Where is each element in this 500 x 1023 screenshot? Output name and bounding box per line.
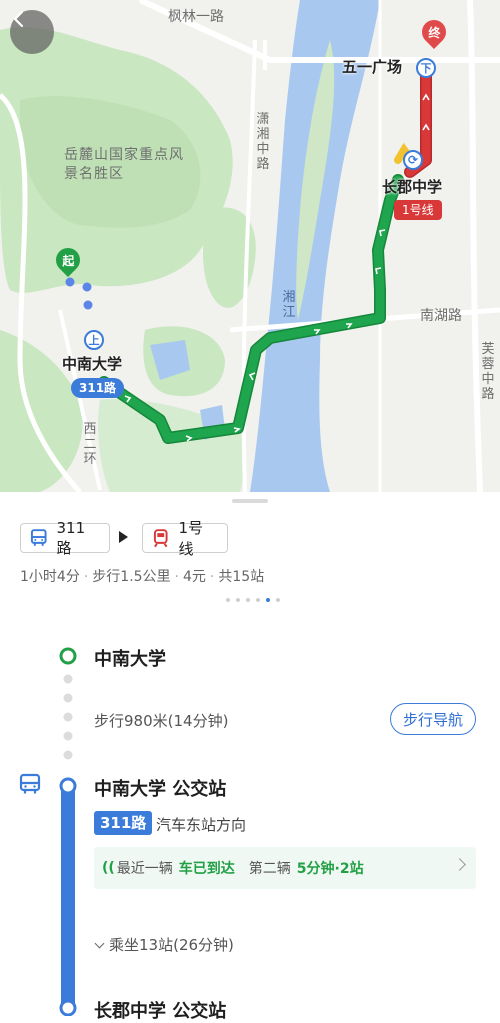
route-walk-distance: 步行1.5公里 [92, 569, 171, 585]
route-detail-sheet[interactable]: 311路 1号线 1小时4分 · 步行1.5公里 · 4元 · 共15站 中南大… [0, 492, 500, 1022]
map-label-xiangjiang-middle-road: 潇湘中路 [256, 112, 270, 172]
route-price: 4元 [183, 569, 206, 585]
page-dot [236, 598, 240, 602]
walk-segment-info: 步行980米(14分钟) [94, 712, 229, 730]
transfer-marker-icon[interactable]: ⟳ [403, 150, 423, 170]
chevron-down-icon [94, 938, 105, 949]
drag-handle[interactable] [232, 499, 268, 503]
timeline-origin-name: 中南大学 [94, 649, 166, 670]
timeline-next-stop-name[interactable]: 长郡中学 公交站 [94, 997, 226, 1023]
map-label-nanhu-road: 南湖路 [420, 308, 462, 324]
map-label-yuelu-park: 岳麓山国家重点风景名胜区 [64, 147, 184, 182]
metro-icon [153, 529, 168, 548]
route-map[interactable]: 枫林一路 岳麓山国家重点风景名胜区 潇湘中路 湘江 南湖路 芙蓉中路 西二环 五… [0, 0, 500, 492]
board-marker-icon[interactable]: 上 [84, 330, 104, 350]
page-dot-active [266, 598, 270, 602]
first-bus-status: 车已到达 [178, 861, 235, 877]
page-dot [246, 598, 250, 602]
map-label-fenglin-road: 枫林一路 [168, 9, 224, 25]
second-bus-label: 第二辆 [248, 861, 291, 877]
back-button[interactable] [10, 10, 54, 54]
ride-stops-label: 乘坐13站(26分钟) [109, 936, 234, 954]
alight-marker-icon[interactable]: 下 [416, 58, 436, 78]
page-dot [226, 598, 230, 602]
chevron-left-icon [13, 10, 24, 28]
map-label-xiangjiang: 湘江 [282, 290, 296, 320]
walk-navigation-button[interactable]: 步行导航 [390, 703, 476, 735]
realtime-arrival-panel[interactable]: (( 最近一辆 车已到达 第二辆 5分钟·2站 [94, 847, 476, 889]
realtime-signal-icon: (( [102, 860, 115, 876]
map-label-furong-middle-road: 芙蓉中路 [481, 342, 495, 402]
map-station-origin: 中南大学 [62, 355, 123, 373]
map-station-transfer: 长郡中学 [382, 178, 443, 196]
map-label-west-second-ring: 西二环 [83, 422, 97, 467]
map-route-badge-metro: 1号线 [394, 200, 442, 220]
timeline-bus-stop-name[interactable]: 中南大学 公交站 [94, 775, 226, 801]
timeline-track [59, 647, 77, 1016]
bus-icon [19, 773, 41, 794]
bus-line-badge: 311路 [94, 811, 153, 835]
chevron-right-icon [453, 858, 466, 871]
map-route-badge-bus: 311路 [71, 378, 125, 398]
metro-line-chip: 1号线 [142, 519, 228, 558]
ride-stops-toggle[interactable]: 乘坐13站(26分钟) [94, 934, 234, 955]
arrow-right-icon [119, 531, 128, 543]
first-bus-label: 最近一辆 [116, 861, 173, 877]
plan-page-indicator[interactable] [226, 598, 280, 602]
metro-line-chip-label: 1号线 [178, 519, 204, 558]
page-dot [256, 598, 260, 602]
second-bus-status: 5分钟·2站 [296, 861, 364, 877]
bus-direction: 汽车东站方向 [156, 816, 247, 834]
route-stop-count: 共15站 [218, 569, 265, 585]
page-dot [276, 598, 280, 602]
map-station-destination: 五一广场 [342, 58, 403, 76]
